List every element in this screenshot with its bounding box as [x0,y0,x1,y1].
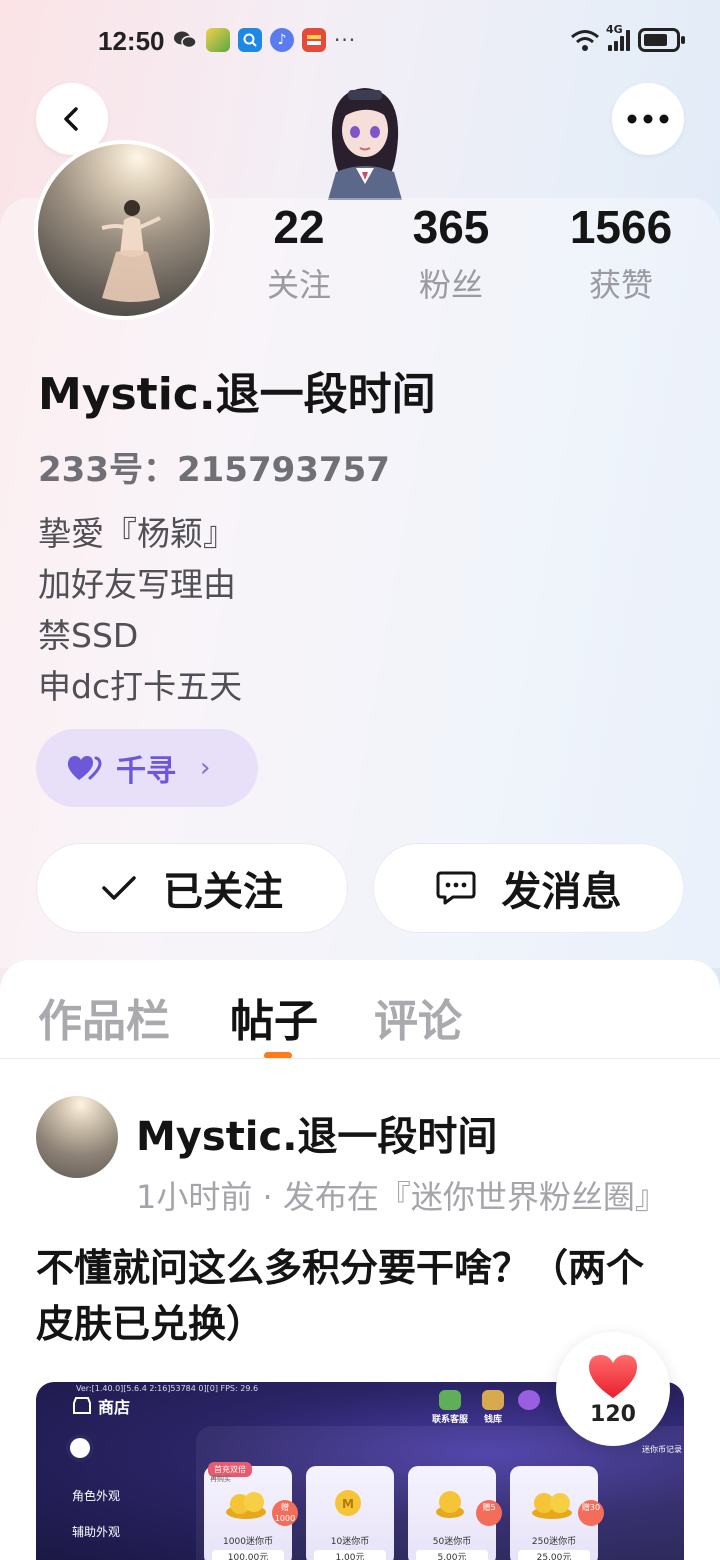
likes-stat[interactable]: 1566 获赞 [556,200,686,306]
image-product-card: 赠5 50迷你币 5.00元 [408,1466,502,1560]
image-product-card: 首充双倍 再购买 赠1000 1000迷你币 100.00元 [204,1462,298,1560]
network-type: 4G [606,23,623,36]
relationship-tag[interactable]: 千寻 › [36,729,258,807]
music-app-icon: ♪ [270,28,294,52]
image-product-amount: 10迷你币 [330,1537,370,1547]
profile-username: Mystic.退一段时间 [38,369,436,420]
followed-button-label: 已关注 [163,869,283,915]
cellular-signal-icon: 4G [606,23,630,51]
following-stat[interactable]: 22 关注 [248,200,350,306]
heart-icon [67,756,102,780]
image-wallet-item: 钱库 [482,1390,505,1425]
image-toggle [70,1438,90,1458]
chevron-left-icon [64,107,78,131]
system-indicators: 4G [570,23,685,52]
profile-uid: 233号：215793757 [38,450,390,490]
image-product-price: 25.00元 [518,1550,590,1560]
image-product-badge: 赠30 [578,1500,604,1526]
following-count: 22 [273,201,325,253]
image-product-price: 5.00元 [416,1550,488,1560]
relationship-tag-label: 千寻 [116,754,176,789]
status-bar: 12:50 ♪ ··· 4G [0,0,720,84]
tab-posts[interactable]: 帖子 [230,985,318,1049]
image-fps-text: Ver:[1.40.0][5.6.4 2:16]53784 0][0] FPS:… [76,1384,259,1393]
battery-icon [638,28,685,52]
coin-icon: M [335,1490,361,1516]
bio-line: 加好友写理由 [38,565,236,604]
image-record-label: 迷你币记录 [642,1445,682,1454]
followers-label: 粉丝 [418,266,483,304]
coins-icon [532,1493,572,1519]
chevron-right-icon: › [200,753,211,783]
image-first-charge-sub: 再购买 [210,1475,231,1483]
image-side-item: 辅助外观 [72,1525,121,1539]
followers-count: 365 [412,201,490,253]
more-notifications-icon: ··· [334,28,357,52]
check-icon [102,876,136,900]
image-product-badge: 赠5 [476,1500,502,1526]
image-product-amount: 50迷你币 [432,1537,472,1547]
wifi-icon [571,30,599,51]
game-app-icon [206,28,230,52]
image-shop-header: 商店 [72,1394,130,1418]
notification-icons: ♪ ··· [172,28,356,52]
more-options-button[interactable] [612,83,684,155]
likes-received-count: 1566 [569,201,673,253]
status-time: 12:50 [98,26,165,56]
send-message-button[interactable]: 发消息 [373,843,684,933]
heart-icon [589,1354,637,1398]
image-shop-label: 商店 [98,1398,131,1417]
image-side-item: 角色外观 [72,1489,121,1503]
battery-level [644,34,667,46]
image-product-price: 100.00元 [212,1550,284,1560]
post-author-avatar[interactable] [36,1096,118,1178]
following-label: 关注 [266,266,331,304]
tab-works[interactable]: 作品栏 [38,985,170,1049]
image-top-icons: 联系客服 钱库 [432,1390,541,1425]
image-support-item: 联系客服 [432,1390,468,1425]
image-product-price: 1.00元 [314,1550,386,1560]
shop-icon [73,1397,91,1414]
post-author-name[interactable]: Mystic.退一段时间 [136,1104,497,1162]
image-m-item [518,1390,541,1425]
search-app-icon [238,28,262,52]
like-count: 120 [590,1401,636,1427]
news-app-icon [302,28,326,52]
image-product-card: M 10迷你币 1.00元 [306,1466,394,1560]
tab-comments[interactable]: 评论 [374,985,462,1049]
post-meta[interactable]: 1小时前 · 发布在『迷你世界粉丝圈』 [136,1172,696,1218]
chat-bubble-icon [436,871,475,905]
profile-stats: 22 关注 365 粉丝 1566 获赞 [0,200,720,320]
profile-bio: 挚愛『杨颖』 加好友写理由 禁SSD 申dc打卡五天 [38,508,242,712]
coins-icon [226,1492,266,1519]
image-support-label: 联系客服 [432,1415,469,1425]
image-product-amount: 250迷你币 [531,1537,577,1547]
bio-line: 挚愛『杨颖』 [38,514,236,553]
bio-line: 禁SSD [38,616,139,655]
image-product-card: 赠30 250迷你币 25.00元 [510,1466,604,1560]
send-message-label: 发消息 [501,869,622,915]
followers-stat[interactable]: 365 粉丝 [398,200,504,306]
avatar-character-figure[interactable] [310,80,420,200]
post-title[interactable]: 不懂就问这么多积分要干啥？（两个皮肤已兑换） [36,1240,656,1352]
coins-icon [436,1491,464,1518]
tab-divider [0,1058,720,1059]
bio-line: 申dc打卡五天 [38,667,243,706]
image-side-item: 动作 [72,1550,120,1560]
likes-received-label: 获赞 [588,266,653,304]
image-product-amount: 1000迷你币 [223,1537,273,1547]
like-button[interactable]: 120 [556,1332,670,1446]
svg-text:M: M [342,1497,354,1511]
more-dots-icon [627,114,669,124]
followed-button[interactable]: 已关注 [36,843,348,933]
image-wallet-label: 钱库 [484,1415,503,1425]
wechat-icon [172,28,198,52]
image-product-badge: 赠1000 [272,1500,298,1526]
image-side-menu: 角色外观 辅助外观 动作 [72,1478,120,1560]
